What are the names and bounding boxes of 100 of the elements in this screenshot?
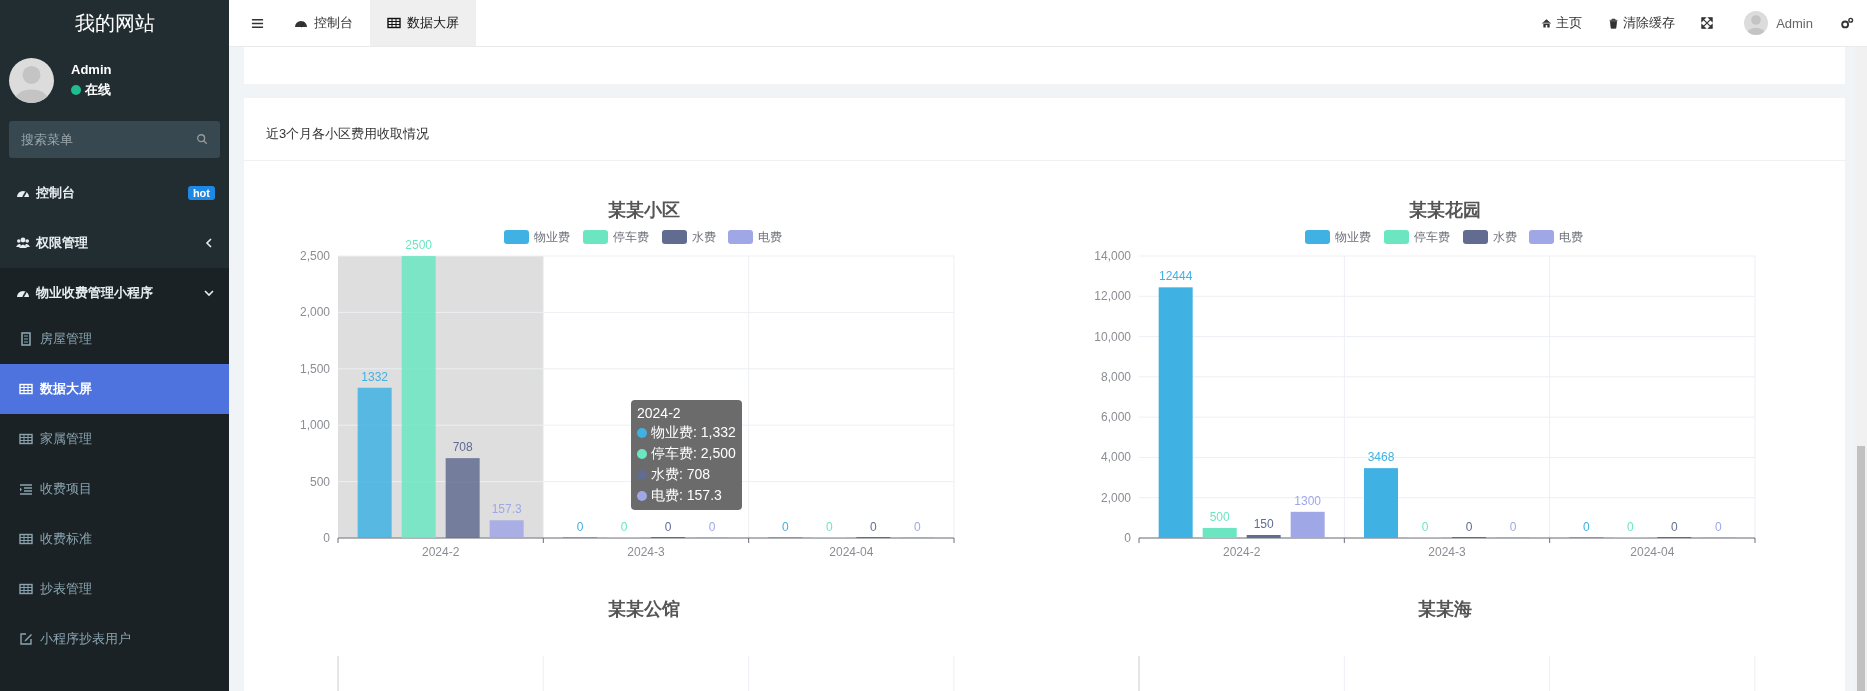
data-label: 0 bbox=[1509, 520, 1516, 534]
table-icon bbox=[19, 532, 33, 546]
data-label: 0 bbox=[708, 520, 716, 534]
user-status: 在线 bbox=[85, 81, 111, 99]
axis-label: 2024-04 bbox=[1629, 545, 1674, 559]
gears-icon bbox=[1840, 16, 1854, 30]
data-label: 0 bbox=[1714, 520, 1722, 534]
bar[interactable] bbox=[1363, 468, 1398, 538]
chart-title: 某某公馆 bbox=[608, 599, 680, 619]
bar[interactable] bbox=[401, 256, 436, 538]
clear-cache-button[interactable]: 清除缓存 bbox=[1595, 0, 1689, 46]
axis-label: 6,000 bbox=[1100, 410, 1131, 425]
bar[interactable] bbox=[1290, 511, 1325, 538]
axis-label: 2024-04 bbox=[829, 545, 874, 559]
data-label: 0 bbox=[1582, 520, 1590, 534]
menu-item[interactable]: 房屋管理 bbox=[0, 318, 229, 360]
chart-title: 某某花园 bbox=[1408, 200, 1481, 220]
legend-label: 电费 bbox=[1558, 230, 1583, 244]
data-label: 0 bbox=[1421, 520, 1428, 534]
data-label: 3468 bbox=[1367, 450, 1394, 465]
user-avatar bbox=[9, 58, 54, 103]
menu-item[interactable]: 收费项目 bbox=[0, 468, 229, 510]
bar[interactable] bbox=[1158, 287, 1193, 538]
legend-label: 电费 bbox=[758, 230, 782, 244]
legend-item[interactable]: 物业费 bbox=[1304, 230, 1371, 244]
legend-label: 物业费 bbox=[534, 230, 570, 244]
search-icon bbox=[196, 133, 208, 145]
tooltip-row: 电费: 157.3 bbox=[651, 487, 722, 505]
user-name: Admin bbox=[71, 62, 112, 77]
axis-label: 2024-2 bbox=[422, 545, 460, 559]
tab[interactable]: 控制台 bbox=[277, 0, 370, 46]
table-icon bbox=[19, 582, 33, 596]
table-icon bbox=[19, 432, 33, 446]
axis-label: 2024-2 bbox=[1222, 545, 1260, 559]
menu-item[interactable]: 权限管理 bbox=[0, 218, 229, 268]
data-label: 708 bbox=[452, 440, 473, 455]
menu-item[interactable]: 收费标准 bbox=[0, 518, 229, 560]
axis-label: 2024-3 bbox=[1427, 545, 1466, 559]
bar[interactable] bbox=[1202, 527, 1237, 538]
data-label: 1332 bbox=[361, 369, 388, 384]
bar[interactable] bbox=[489, 520, 524, 538]
axis-label: 1,500 bbox=[299, 361, 330, 376]
data-label: 12444 bbox=[1158, 269, 1192, 284]
data-label: 0 bbox=[620, 520, 628, 534]
legend-item[interactable]: 停车费 bbox=[1383, 230, 1450, 244]
legend-item[interactable]: 电费 bbox=[728, 230, 782, 244]
list-icon bbox=[19, 482, 33, 496]
data-label: 0 bbox=[782, 520, 789, 534]
bar[interactable] bbox=[357, 387, 392, 538]
axis-label: 0 bbox=[323, 531, 330, 545]
home-icon bbox=[1541, 17, 1553, 29]
bar[interactable] bbox=[445, 458, 480, 538]
building-icon bbox=[19, 332, 33, 346]
axis-label: 2,000 bbox=[299, 305, 330, 320]
menu-icon bbox=[251, 16, 264, 30]
search-field[interactable]: 搜索菜单 bbox=[9, 121, 220, 158]
legend-item[interactable]: 水费 bbox=[1462, 230, 1517, 244]
data-label: 0 bbox=[1670, 520, 1678, 534]
axis-label: 2024-3 bbox=[627, 545, 665, 559]
legend-label: 停车费 bbox=[1413, 230, 1450, 244]
panel-title: 近3个月各小区费用收取情况 bbox=[266, 125, 430, 143]
legend-item[interactable]: 停车费 bbox=[583, 230, 649, 244]
data-label: 1300 bbox=[1293, 493, 1321, 508]
data-label: 150 bbox=[1253, 517, 1274, 531]
legend-item[interactable]: 物业费 bbox=[504, 230, 570, 244]
chart-title: 某某海 bbox=[1417, 599, 1472, 619]
menu-item[interactable]: 家属管理 bbox=[0, 418, 229, 460]
legend-item[interactable]: 水费 bbox=[662, 230, 716, 244]
data-label: 0 bbox=[1465, 520, 1472, 534]
menu-item[interactable]: 小程序抄表用户 bbox=[0, 618, 229, 660]
data-label: 500 bbox=[1209, 509, 1230, 524]
data-label: 0 bbox=[826, 520, 833, 534]
menu-badge: hot bbox=[187, 186, 215, 200]
axis-label: 4,000 bbox=[1100, 450, 1131, 465]
tab[interactable]: 数据大屏 bbox=[370, 0, 476, 46]
menu-item[interactable]: 抄表管理 bbox=[0, 568, 229, 610]
home-link[interactable]: 主页 bbox=[1528, 0, 1596, 46]
axis-label: 10,000 bbox=[1093, 329, 1131, 344]
scrollbar[interactable] bbox=[1855, 47, 1867, 691]
legend-item[interactable]: 电费 bbox=[1528, 230, 1583, 244]
data-label: 0 bbox=[1626, 520, 1634, 534]
data-label: 2500 bbox=[405, 238, 432, 252]
expand-icon bbox=[1701, 17, 1714, 29]
tooltip-title: 2024-2 bbox=[637, 405, 682, 421]
chart-title: 某某小区 bbox=[608, 200, 680, 220]
legend-label: 水费 bbox=[692, 230, 716, 244]
user-name[interactable]: Admin bbox=[1776, 15, 1813, 31]
data-label: 0 bbox=[664, 520, 672, 534]
bar[interactable] bbox=[1246, 535, 1281, 538]
menu-item[interactable]: 物业收费管理小程序 bbox=[0, 268, 229, 318]
legend-label: 水费 bbox=[1492, 230, 1517, 244]
axis-label: 1,000 bbox=[299, 418, 330, 433]
axis-label: 2,500 bbox=[299, 249, 330, 263]
trash-icon bbox=[1608, 17, 1620, 29]
user-avatar bbox=[1744, 11, 1769, 35]
menu-item[interactable]: 数据大屏 bbox=[0, 364, 229, 414]
axis-label: 12,000 bbox=[1093, 289, 1131, 304]
menu-item[interactable]: 控制台 hot bbox=[0, 168, 229, 218]
data-label: 0 bbox=[576, 520, 584, 534]
axis-label: 2,000 bbox=[1100, 490, 1131, 505]
